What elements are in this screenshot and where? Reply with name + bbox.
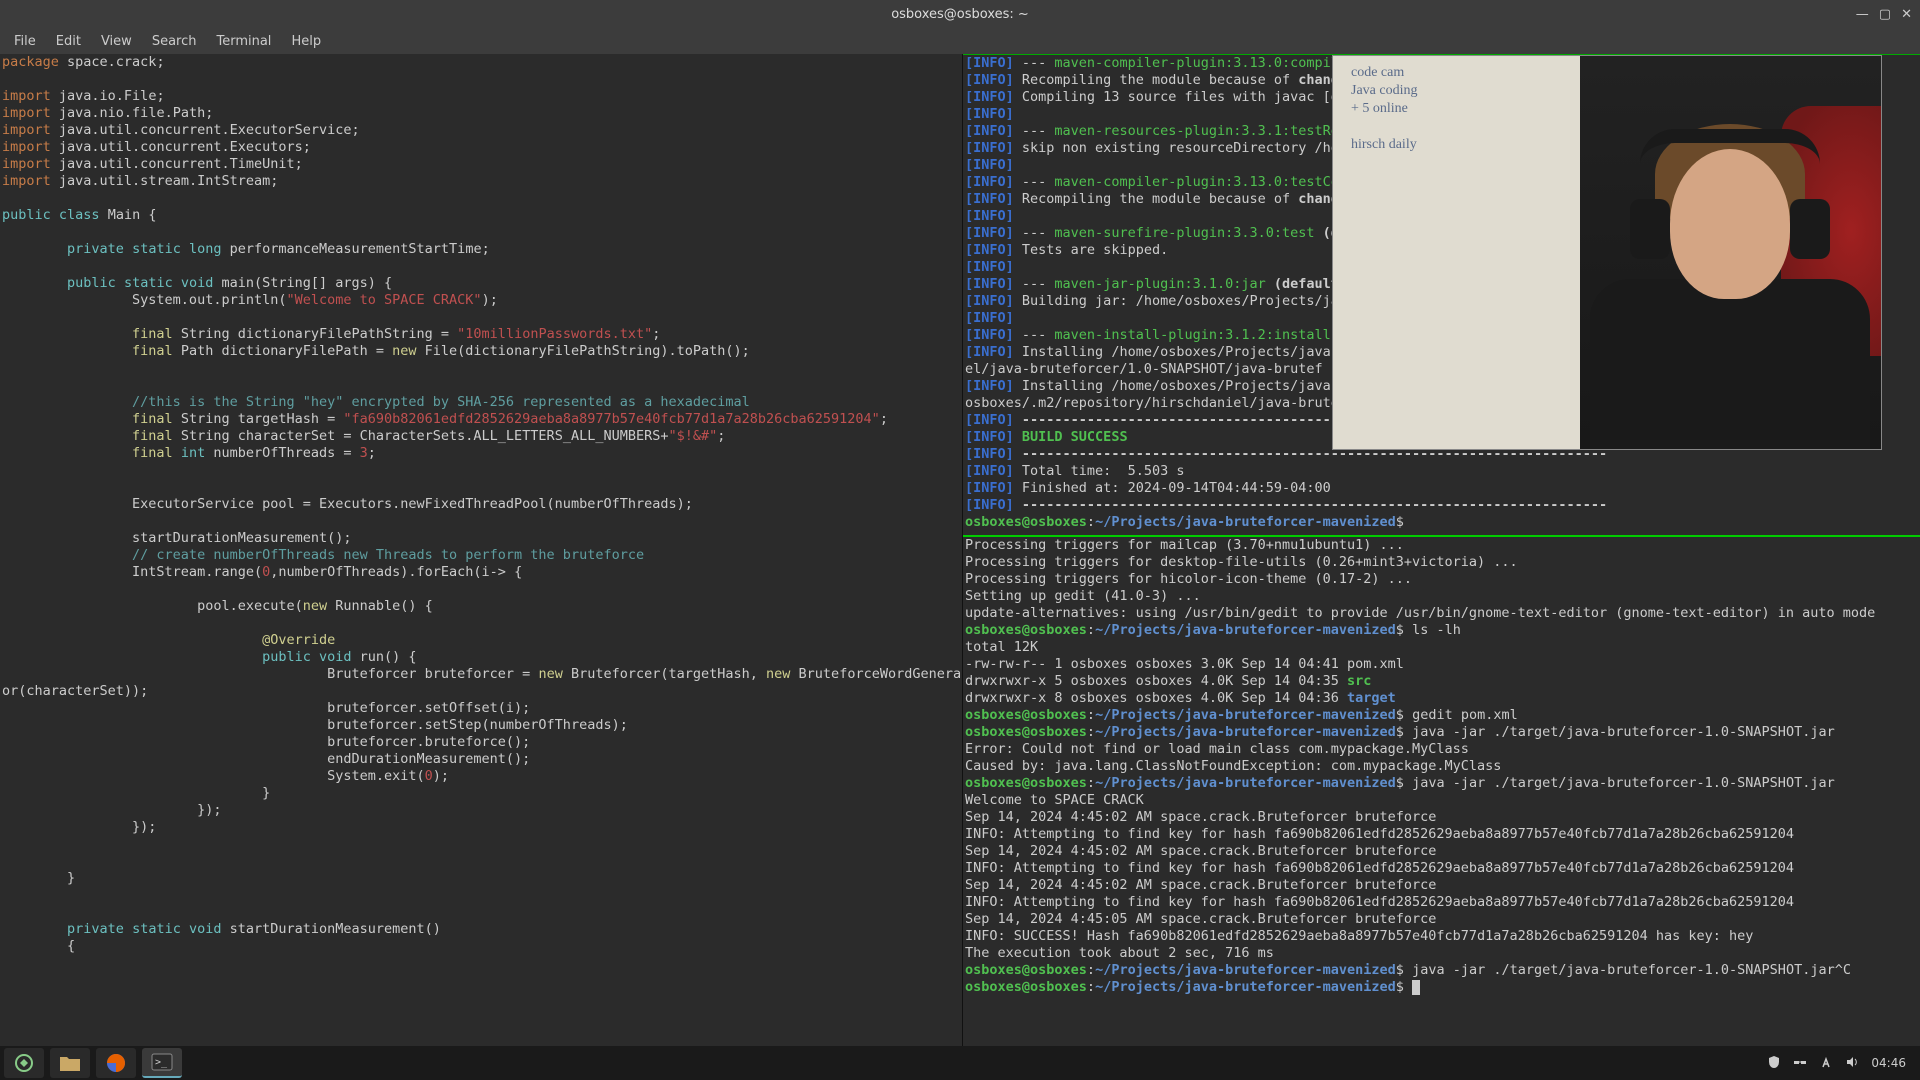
system-tray: 04:46 xyxy=(1767,1055,1916,1072)
tray-network-icon[interactable] xyxy=(1819,1055,1833,1072)
terminal-button[interactable]: >_ xyxy=(142,1048,182,1078)
desktop-taskbar: >_ 04:46 xyxy=(0,1046,1920,1080)
close-button[interactable]: ✕ xyxy=(1901,7,1912,22)
tray-connection-icon[interactable] xyxy=(1793,1055,1807,1072)
whiteboard: code cam Java coding + 5 online hirsch d… xyxy=(1333,56,1580,449)
java-source: package space.crack; import java.io.File… xyxy=(2,54,962,955)
start-menu-button[interactable] xyxy=(4,1048,44,1078)
window-title: osboxes@osboxes: ~ xyxy=(891,7,1029,22)
minimize-button[interactable]: — xyxy=(1856,7,1869,22)
menu-search[interactable]: Search xyxy=(142,30,207,53)
shell-run-pane[interactable]: Processing triggers for mailcap (3.70+nm… xyxy=(963,537,1920,996)
shell-output: Processing triggers for mailcap (3.70+nm… xyxy=(965,537,1920,996)
tray-shield-icon[interactable] xyxy=(1767,1055,1781,1072)
whiteboard-line-2: Java coding xyxy=(1351,82,1417,100)
menu-edit[interactable]: Edit xyxy=(46,30,91,53)
menu-terminal[interactable]: Terminal xyxy=(206,30,281,53)
terminal-cursor xyxy=(1412,980,1420,995)
webcam-person-view xyxy=(1580,56,1881,449)
firefox-button[interactable] xyxy=(96,1048,136,1078)
file-manager-button[interactable] xyxy=(50,1048,90,1078)
webcam-overlay: code cam Java coding + 5 online hirsch d… xyxy=(1332,55,1882,450)
whiteboard-line-1: code cam xyxy=(1351,64,1417,82)
maximize-button[interactable]: ▢ xyxy=(1879,7,1891,22)
menu-view[interactable]: View xyxy=(91,30,142,53)
vim-editor-pane[interactable]: package space.crack; import java.io.File… xyxy=(0,54,963,1080)
svg-text:>_: >_ xyxy=(155,1057,168,1068)
menu-help[interactable]: Help xyxy=(281,30,331,53)
whiteboard-line-3: + 5 online xyxy=(1351,100,1417,118)
whiteboard-line-4: hirsch daily xyxy=(1351,136,1417,154)
menubar: File Edit View Search Terminal Help xyxy=(0,28,1920,54)
menu-file[interactable]: File xyxy=(4,30,46,53)
titlebar: osboxes@osboxes: ~ — ▢ ✕ xyxy=(0,0,1920,28)
tray-clock[interactable]: 04:46 xyxy=(1871,1056,1906,1070)
tray-volume-icon[interactable] xyxy=(1845,1055,1859,1072)
